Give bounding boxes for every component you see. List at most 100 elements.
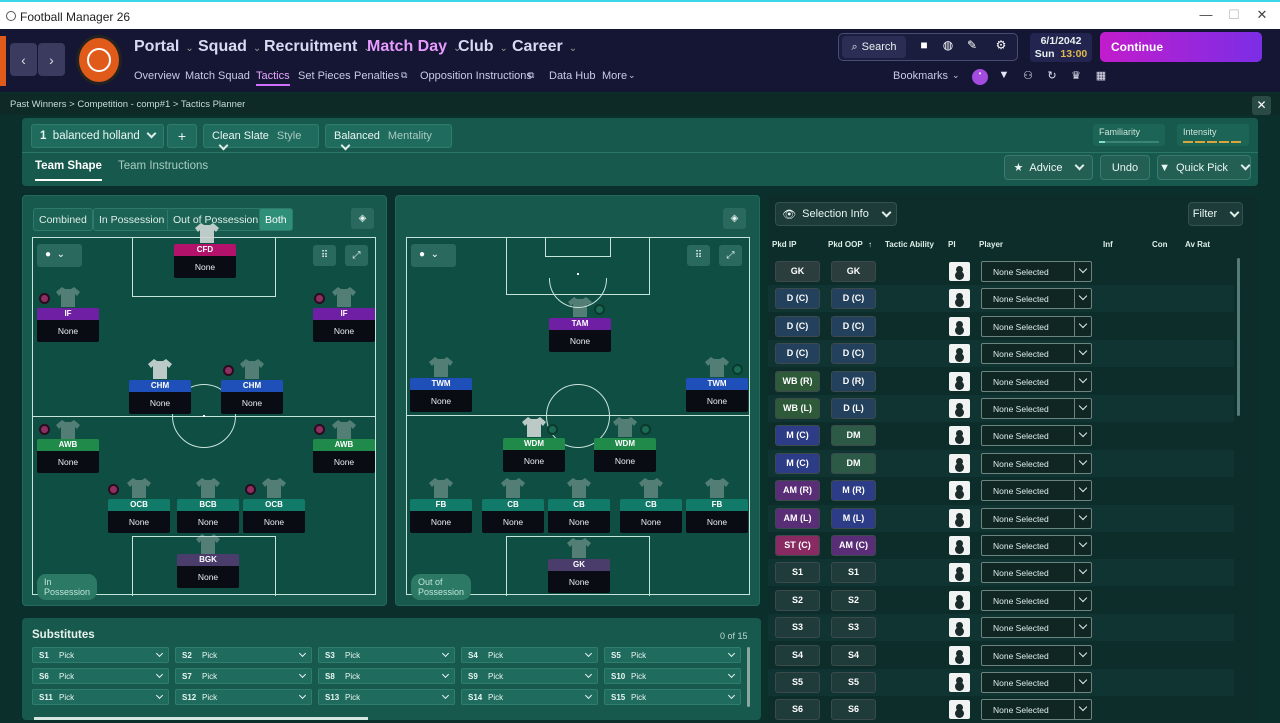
pitch-options-icon[interactable]: ◈	[351, 208, 374, 229]
people-icon[interactable]: ⚇	[1020, 69, 1036, 85]
table-scrollbar[interactable]	[1237, 258, 1240, 416]
player-slot[interactable]: AWB None	[313, 439, 375, 473]
substitute-slot[interactable]: S14 Pick	[461, 689, 598, 705]
pen-icon[interactable]: ✎	[962, 38, 982, 56]
pkd-oop-position[interactable]: S1	[831, 562, 876, 584]
substitute-slot[interactable]: S2 Pick	[175, 647, 312, 663]
player-slot[interactable]: BGK None	[177, 554, 239, 588]
substitute-slot[interactable]: S10 Pick	[604, 668, 741, 684]
player-select-dropdown[interactable]: None Selected	[981, 288, 1092, 310]
player-instructions-icon[interactable]	[949, 590, 970, 610]
pkd-oop-position[interactable]: S6	[831, 699, 876, 721]
pkd-oop-position[interactable]: DM	[831, 425, 876, 447]
nav-recruitment[interactable]: Recruitment ⌄	[264, 38, 372, 56]
pkd-ip-position[interactable]: M (C)	[775, 425, 820, 447]
style-selector[interactable]: Clean Slate Style	[203, 124, 319, 151]
quick-pick-button[interactable]: ▼ Quick Pick	[1157, 155, 1251, 180]
player-slot[interactable]: CHM None	[129, 380, 191, 414]
back-button[interactable]: ‹	[10, 43, 37, 76]
header-tactic-ability[interactable]: Tactic Ability	[885, 240, 934, 249]
player-instructions-icon[interactable]	[949, 618, 970, 638]
pkd-oop-position[interactable]: M (L)	[831, 507, 876, 529]
player-select-dropdown[interactable]: None Selected	[981, 617, 1092, 639]
substitute-slot[interactable]: S1 Pick	[32, 647, 169, 663]
mode-in-possession[interactable]: In Possession	[93, 208, 171, 231]
player-slot[interactable]: CB None	[482, 499, 544, 533]
header-av-rat[interactable]: Av Rat	[1185, 240, 1210, 249]
continue-button[interactable]: Continue	[1100, 32, 1262, 62]
mentality-selector[interactable]: Balanced Mentality	[325, 124, 452, 151]
ball-icon[interactable]: ◍	[938, 38, 958, 56]
player-select-dropdown[interactable]: None Selected	[981, 589, 1092, 611]
pkd-ip-position[interactable]: S1	[775, 562, 820, 584]
player-instructions-icon[interactable]	[949, 426, 970, 446]
pkd-oop-position[interactable]: D (R)	[831, 370, 876, 392]
player-instructions-icon[interactable]	[949, 536, 970, 555]
player-instructions-icon[interactable]	[949, 700, 970, 720]
player-slot[interactable]: CB None	[620, 499, 682, 533]
player-slot[interactable]: IF None	[313, 308, 375, 342]
player-instructions-icon[interactable]	[949, 453, 970, 473]
header-inf[interactable]: Inf	[1103, 240, 1113, 249]
pitch-options-icon[interactable]: ◈	[723, 208, 746, 229]
subnav-tactics[interactable]: Tactics	[256, 70, 290, 86]
pkd-oop-position[interactable]: D (C)	[831, 343, 876, 365]
player-select-dropdown[interactable]: None Selected	[981, 425, 1092, 447]
chat-icon[interactable]: •	[972, 69, 988, 85]
player-slot[interactable]: CHM None	[221, 380, 283, 414]
pkd-oop-position[interactable]: DM	[831, 452, 876, 474]
filter-button[interactable]: Filter	[1188, 202, 1243, 226]
pkd-ip-position[interactable]: S4	[775, 644, 820, 666]
player-instructions-icon[interactable]	[949, 289, 970, 309]
player-slot[interactable]: OCB None	[108, 499, 170, 533]
expand-icon[interactable]: ⤢	[345, 245, 368, 266]
formation-grid-icon[interactable]: ⠿	[313, 245, 336, 266]
add-tactic-button[interactable]: +	[167, 124, 197, 148]
player-select-dropdown[interactable]: None Selected	[981, 562, 1092, 584]
subnav-data-hub[interactable]: Data Hub	[549, 70, 595, 82]
trophy-icon[interactable]: ♛	[1068, 69, 1084, 85]
player-select-dropdown[interactable]: None Selected	[981, 480, 1092, 502]
pkd-ip-position[interactable]: S3	[775, 617, 820, 639]
pkd-ip-position[interactable]: D (C)	[775, 288, 820, 310]
familiarity-indicator[interactable]: Familiarity	[1093, 124, 1165, 146]
substitute-slot[interactable]: S9 Pick	[461, 668, 598, 684]
player-instructions-icon[interactable]	[949, 399, 970, 418]
header-pkd-ip[interactable]: Pkd IP	[772, 240, 796, 249]
substitute-slot[interactable]: S6 Pick	[32, 668, 169, 684]
player-instructions-icon[interactable]	[949, 645, 970, 665]
subnav-overview[interactable]: Overview	[134, 70, 180, 82]
pkd-ip-position[interactable]: WB (R)	[775, 370, 820, 392]
pkd-ip-position[interactable]: AM (R)	[775, 480, 820, 502]
player-slot[interactable]: WDM None	[594, 438, 656, 472]
visibility-toggle[interactable]: ● ⌄	[37, 244, 82, 267]
pkd-ip-position[interactable]: S2	[775, 589, 820, 611]
player-slot[interactable]: BCB None	[177, 499, 239, 533]
search-button[interactable]: ⌕ Search	[842, 36, 906, 58]
tab-team-shape[interactable]: Team Shape	[35, 160, 102, 181]
player-slot[interactable]: TAM None	[549, 318, 611, 352]
tactic-selector[interactable]: 1 balanced holland	[31, 124, 164, 148]
pkd-oop-position[interactable]: S5	[831, 672, 876, 693]
player-slot[interactable]: IF None	[37, 308, 99, 342]
pkd-oop-position[interactable]: S4	[831, 644, 876, 666]
substitute-slot[interactable]: S7 Pick	[175, 668, 312, 684]
substitutes-scrollbar[interactable]	[747, 647, 750, 707]
player-instructions-icon[interactable]	[949, 316, 970, 336]
player-select-dropdown[interactable]: None Selected	[981, 535, 1092, 556]
pkd-oop-position[interactable]: S2	[831, 589, 876, 611]
nav-career[interactable]: Career ⌄	[512, 38, 577, 56]
player-slot[interactable]: CFD None	[174, 244, 236, 278]
player-select-dropdown[interactable]: None Selected	[981, 343, 1092, 365]
minimize-button[interactable]: —	[1191, 7, 1221, 22]
subnav-penalties[interactable]: Penalties	[354, 70, 399, 82]
pkd-ip-position[interactable]: AM (L)	[775, 507, 820, 529]
player-slot[interactable]: FB None	[686, 499, 748, 533]
pkd-ip-position[interactable]: D (C)	[775, 343, 820, 365]
player-select-dropdown[interactable]: None Selected	[981, 507, 1092, 529]
game-date[interactable]: 6/1/2042 Sun 13:00	[1030, 33, 1092, 62]
mode-combined[interactable]: Combined	[33, 208, 93, 231]
pkd-ip-position[interactable]: WB (L)	[775, 398, 820, 419]
pkd-oop-position[interactable]: D (L)	[831, 398, 876, 419]
player-instructions-icon[interactable]	[949, 481, 970, 501]
